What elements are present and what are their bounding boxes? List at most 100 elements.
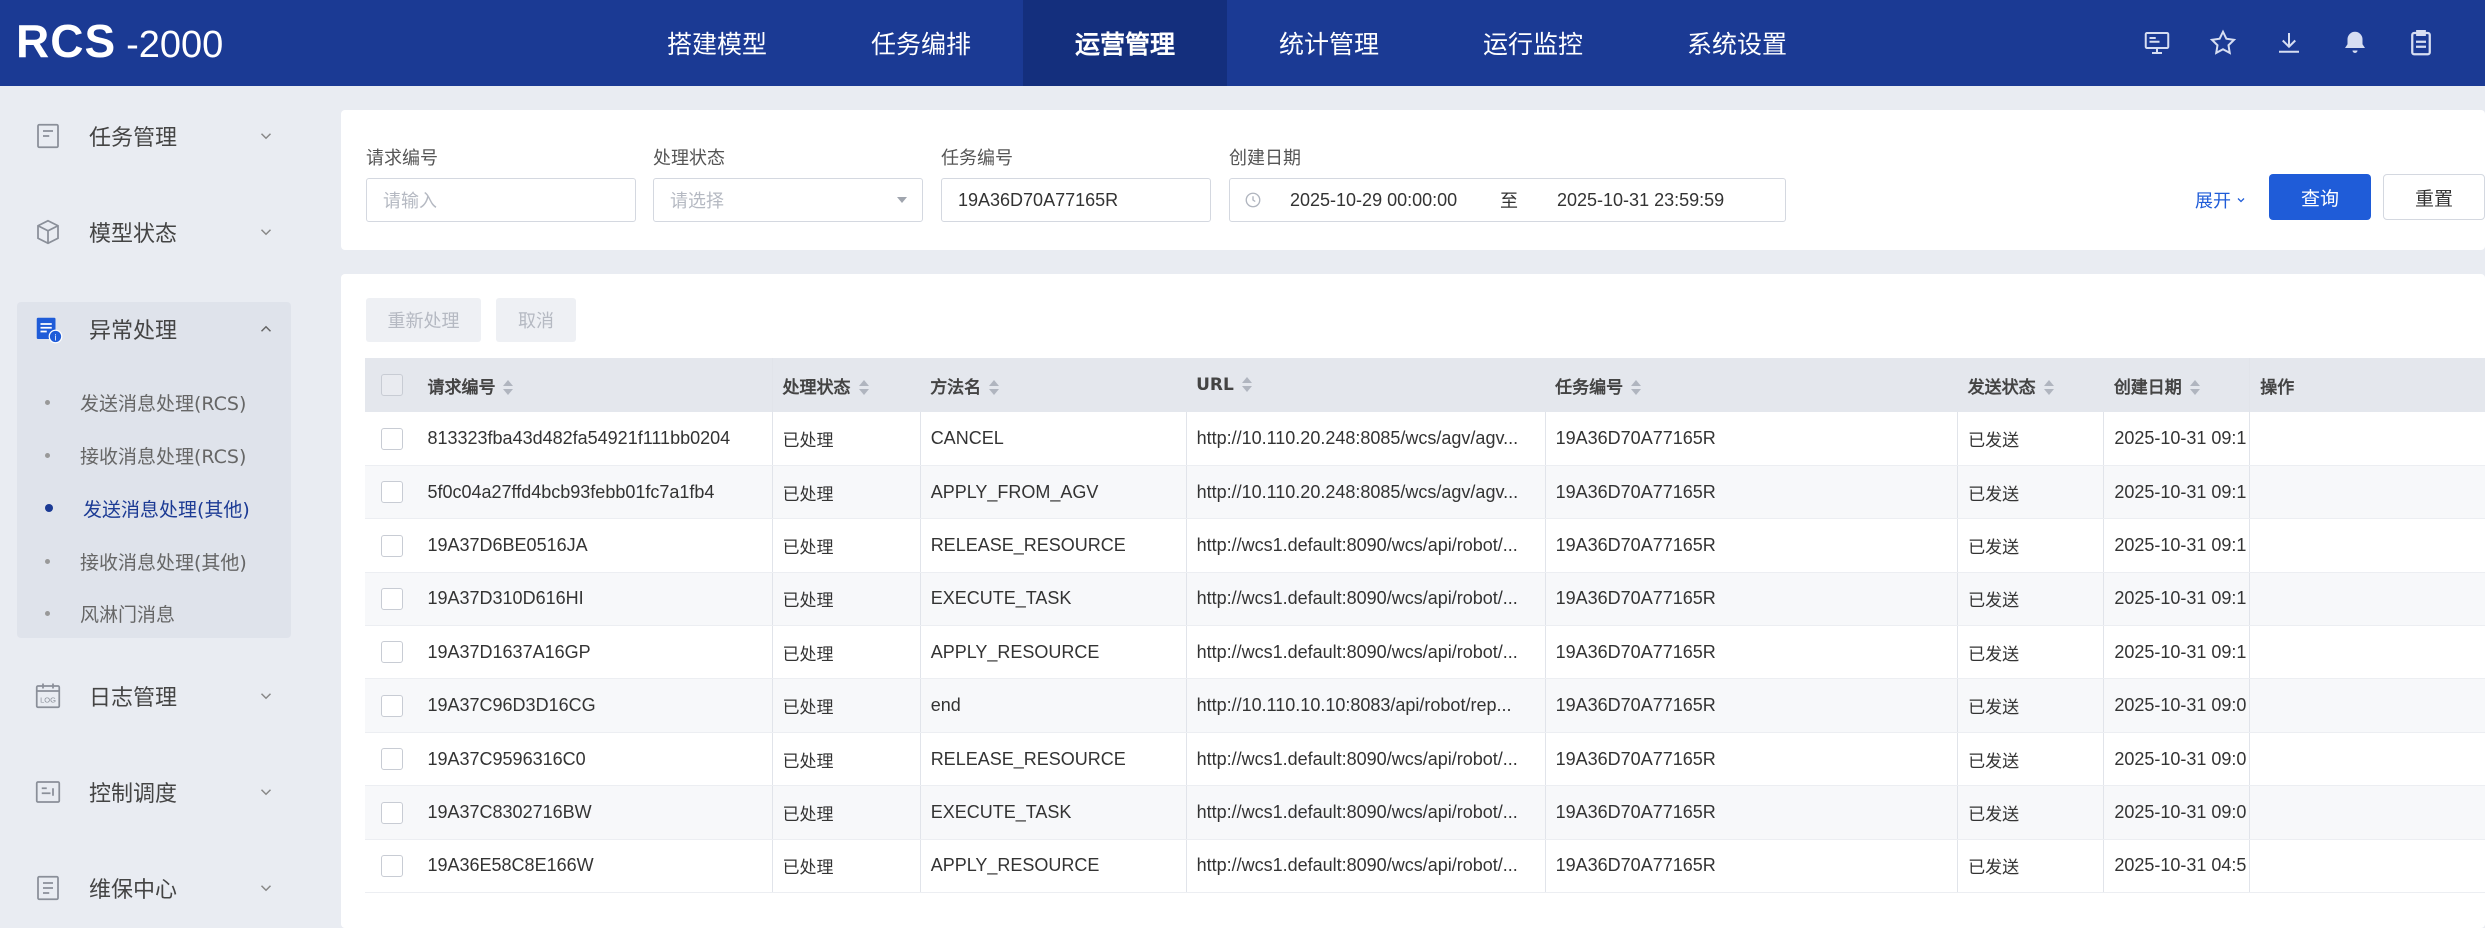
cell-status: 已处理 xyxy=(771,785,921,840)
cell-ops xyxy=(2249,785,2485,840)
row-select-cell xyxy=(365,412,418,466)
sidebar-group-exception-handling[interactable]: i 异常处理 xyxy=(17,286,291,372)
cell-request-no: 813323fba43d482fa54921f111bb0204 xyxy=(417,412,773,466)
row-checkbox[interactable] xyxy=(381,587,403,610)
row-checkbox[interactable] xyxy=(381,694,403,717)
col-task-no[interactable]: 任务编号 xyxy=(1545,358,1958,412)
status-select[interactable]: 请选择 xyxy=(653,178,923,222)
cell-url: http://10.110.10.10:8083/api/robot/rep..… xyxy=(1185,678,1546,733)
query-button[interactable]: 查询 xyxy=(2269,174,2371,220)
nav-tab-statistics[interactable]: 统计管理 xyxy=(1227,0,1431,86)
col-created[interactable]: 创建日期 xyxy=(2103,358,2250,412)
table-row[interactable]: 813323fba43d482fa54921f111bb0204 已处理 CANCE… xyxy=(365,412,2485,466)
nav-tab-build-model[interactable]: 搭建模型 xyxy=(615,0,819,86)
col-send-status[interactable]: 发送状态 xyxy=(1957,358,2104,412)
exception-icon: i xyxy=(33,314,63,344)
task-no-input[interactable]: 19A36D70A77165R xyxy=(941,178,1211,222)
sidebar-item-receive-other[interactable]: 接收消息处理(其他) xyxy=(17,535,291,587)
cancel-button[interactable]: 取消 xyxy=(496,298,576,342)
expand-link[interactable]: 展开 xyxy=(2195,186,2247,214)
cell-send-status: 已发送 xyxy=(1957,412,2104,466)
sidebar-item-send-other[interactable]: 发送消息处理(其他) xyxy=(17,482,291,534)
cell-url: http://wcs1.default:8090/wcs/api/robot/.… xyxy=(1185,625,1546,680)
table-row[interactable]: 19A37C9596316C0 已处理 RELEASE_RESOURCE http:/… xyxy=(365,732,2485,787)
cell-created: 2025-10-31 09:0 xyxy=(2103,785,2250,840)
row-checkbox[interactable] xyxy=(381,534,403,557)
col-status[interactable]: 处理状态 xyxy=(771,358,921,412)
cell-url: http://wcs1.default:8090/wcs/api/robot/.… xyxy=(1185,732,1546,787)
row-checkbox[interactable] xyxy=(381,748,403,771)
sort-icon xyxy=(1631,379,1642,396)
star-icon[interactable] xyxy=(2206,26,2240,60)
cell-request-no: 5f0c04a27ffd4bcb93febb01fc7a1fb4 xyxy=(417,465,773,520)
table-row[interactable]: 5f0c04a27ffd4bcb93febb01fc7a1fb4 已处理 APPLY… xyxy=(365,465,2485,520)
row-checkbox[interactable] xyxy=(381,481,403,504)
top-nav-bar: RCS -2000 搭建模型 任务编排 运营管理 统计管理 运行监控 系统设置 xyxy=(0,0,2485,86)
nav-tab-operations[interactable]: 运营管理 xyxy=(1023,0,1227,86)
header-label: 方法名 xyxy=(930,377,982,398)
reprocess-button[interactable]: 重新处理 xyxy=(366,298,481,342)
sidebar-group-task-management[interactable]: 任务管理 xyxy=(17,93,291,179)
row-checkbox[interactable] xyxy=(381,854,403,877)
reset-button[interactable]: 重置 xyxy=(2383,174,2485,220)
cell-request-no: 19A36E58C8E166W xyxy=(417,839,773,894)
sidebar-item-label: 发送消息处理(RCS) xyxy=(80,392,247,415)
monitor-icon[interactable] xyxy=(2140,26,2174,60)
sidebar-item-air-shower-door[interactable]: 风淋门消息 xyxy=(17,587,291,639)
bell-icon[interactable] xyxy=(2338,26,2372,60)
message-table: 请求编号 处理状态 方法名 URL 任务编号 发送状态 创建日期 操作 8133… xyxy=(365,358,2485,894)
main-nav-tabs: 搭建模型 任务编排 运营管理 统计管理 运行监控 系统设置 xyxy=(615,0,1839,86)
sidebar-group-model-status[interactable]: 模型状态 xyxy=(17,189,291,275)
cell-task-no: 19A36D70A77165R xyxy=(1544,785,1958,840)
sidebar-group-label: 模型状态 xyxy=(89,222,178,247)
sort-icon xyxy=(2189,379,2200,396)
col-method[interactable]: 方法名 xyxy=(920,358,1187,412)
date-range-picker[interactable]: 2025-10-29 00:00:00 至 2025-10-31 23:59:5… xyxy=(1229,178,1786,222)
row-checkbox[interactable] xyxy=(381,641,403,664)
cell-send-status: 已发送 xyxy=(1957,839,2104,894)
cell-created: 2025-10-31 09:1 xyxy=(2103,518,2250,573)
cell-method: APPLY_RESOURCE xyxy=(919,839,1187,894)
cell-status: 已处理 xyxy=(771,572,921,627)
nav-tab-task-orchestration[interactable]: 任务编排 xyxy=(819,0,1023,86)
cell-method: CANCEL xyxy=(919,412,1187,466)
download-icon[interactable] xyxy=(2272,26,2306,60)
cell-status: 已处理 xyxy=(771,678,921,733)
row-checkbox[interactable] xyxy=(381,427,403,450)
table-row[interactable]: 19A37C96D3D16CG 已处理 end http://10.110.10.10… xyxy=(365,678,2485,733)
sidebar-group-maintenance[interactable]: 维保中心 xyxy=(17,845,291,928)
cell-task-no: 19A36D70A77165R xyxy=(1544,572,1958,627)
cell-created: 2025-10-31 09:0 xyxy=(2103,732,2250,787)
nav-tab-monitoring[interactable]: 运行监控 xyxy=(1431,0,1635,86)
col-url[interactable]: URL xyxy=(1186,358,1546,412)
table-header-row: 请求编号 处理状态 方法名 URL 任务编号 发送状态 创建日期 操作 xyxy=(365,358,2485,412)
cell-created: 2025-10-31 04:5 xyxy=(2103,839,2250,894)
clipboard-icon[interactable] xyxy=(2404,26,2438,60)
cell-method: RELEASE_RESOURCE xyxy=(919,518,1187,573)
table-row[interactable]: 19A37D310D616HI 已处理 EXECUTE_TASK http://wcs… xyxy=(365,572,2485,627)
row-checkbox[interactable] xyxy=(381,801,403,824)
col-request-no[interactable]: 请求编号 xyxy=(417,358,773,412)
sidebar-group-control-dispatch[interactable]: 控制调度 xyxy=(17,749,291,835)
sidebar-item-label: 接收消息处理(RCS) xyxy=(80,445,247,468)
nav-tab-settings[interactable]: 系统设置 xyxy=(1635,0,1839,86)
date-start: 2025-10-29 00:00:00 xyxy=(1290,189,1458,210)
sidebar-item-receive-rcs[interactable]: 接收消息处理(RCS) xyxy=(17,429,291,481)
cell-ops xyxy=(2249,839,2485,894)
sidebar-group-log-management[interactable]: LOG 日志管理 xyxy=(17,653,291,739)
select-all-checkbox[interactable] xyxy=(381,374,403,396)
table-row[interactable]: 19A36E58C8E166W 已处理 APPLY_RESOURCE http://w… xyxy=(365,839,2485,894)
table-row[interactable]: 19A37D6BE0516JA 已处理 RELEASE_RESOURCE http:/… xyxy=(365,518,2485,573)
cell-status: 已处理 xyxy=(771,412,921,466)
table-row[interactable]: 19A37C8302716BW 已处理 EXECUTE_TASK http://wcs… xyxy=(365,785,2485,840)
row-select-cell xyxy=(365,678,418,733)
row-select-cell xyxy=(365,732,418,787)
request-no-input[interactable]: 请输入 xyxy=(366,178,636,222)
date-separator: 至 xyxy=(1500,191,1518,212)
request-no-label: 请求编号 xyxy=(366,148,438,169)
cell-task-no: 19A36D70A77165R xyxy=(1544,678,1958,733)
sort-icon xyxy=(1241,377,1252,393)
table-panel: 重新处理 取消 请求编号 处理状态 方法名 URL 任务编号 发送状态 创建日期… xyxy=(341,274,2485,928)
sidebar-item-send-rcs[interactable]: 发送消息处理(RCS) xyxy=(17,376,291,428)
table-row[interactable]: 19A37D1637A16GP 已处理 APPLY_RESOURCE http://w… xyxy=(365,625,2485,680)
